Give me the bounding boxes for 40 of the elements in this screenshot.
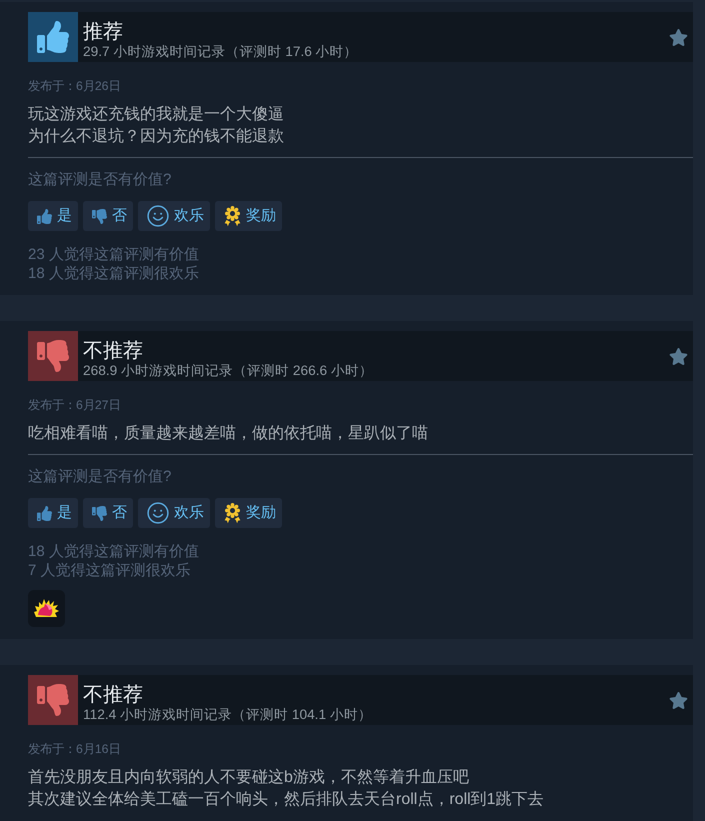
- post-date: 发布于：6月16日: [28, 741, 121, 757]
- funny-button[interactable]: 欢乐: [138, 201, 210, 231]
- award-button[interactable]: 奖励: [215, 201, 282, 231]
- review-text: 其次建议全体给美工磕一百个响头，然后排队去天台roll点，roll到1跳下去: [28, 790, 544, 810]
- no-button[interactable]: 否: [83, 498, 133, 528]
- flame-icon[interactable]: [28, 590, 65, 627]
- vote-count: 7 人觉得这篇评测很欢乐: [28, 561, 191, 580]
- post-date: 发布于：6月26日: [28, 78, 121, 94]
- helpful-question: 这篇评测是否有价值?: [28, 171, 172, 189]
- no-button[interactable]: 否: [83, 201, 133, 231]
- star-icon: [669, 346, 688, 366]
- review-text: 为什么不退坑？因为充的钱不能退款: [28, 126, 284, 147]
- yes-button[interactable]: 是: [28, 201, 78, 231]
- playtime-text: 29.7 小时游戏时间记录（评测时 17.6 小时）: [83, 44, 358, 60]
- star-icon: [669, 28, 688, 46]
- verdict-title: 推荐: [83, 20, 123, 44]
- verdict-title: 不推荐: [83, 339, 143, 363]
- thumbs-down-icon: [92, 208, 107, 224]
- smiley-icon: [147, 205, 169, 227]
- yes-button[interactable]: 是: [28, 498, 78, 528]
- funny-button[interactable]: 欢乐: [138, 498, 210, 528]
- playtime-text: 268.9 小时游戏时间记录（评测时 266.6 小时）: [83, 363, 373, 379]
- thumbs-up-icon: [37, 208, 52, 224]
- thumbs-up-icon: [37, 506, 52, 520]
- verdict-title: 不推荐: [83, 683, 143, 707]
- post-date: 发布于：6月27日: [28, 397, 121, 413]
- vote-count: 23 人觉得这篇评测有价值: [28, 245, 199, 264]
- smiley-icon: [147, 502, 169, 524]
- vote-count: 18 人觉得这篇评测很欢乐: [28, 264, 199, 283]
- award-button[interactable]: 奖励: [215, 498, 282, 528]
- star-icon: [669, 690, 688, 710]
- helpful-question: 这篇评测是否有价值?: [28, 468, 172, 486]
- review-text: 首先没朋友且内向软弱的人不要碰这b游戏，不然等着升血压吧: [28, 768, 469, 788]
- review-text: 吃相难看喵，质量越来越差喵，做的依托喵，星趴似了喵: [28, 424, 428, 444]
- playtime-text: 112.4 小时游戏时间记录（评测时 104.1 小时）: [83, 707, 372, 723]
- rosette-icon: [224, 502, 241, 524]
- thumbs-down-icon: [92, 506, 107, 520]
- vote-count: 18 人觉得这篇评测有价值: [28, 542, 199, 561]
- review-text: 玩这游戏还充钱的我就是一个大傻逼: [28, 104, 284, 125]
- rosette-icon: [224, 206, 241, 226]
